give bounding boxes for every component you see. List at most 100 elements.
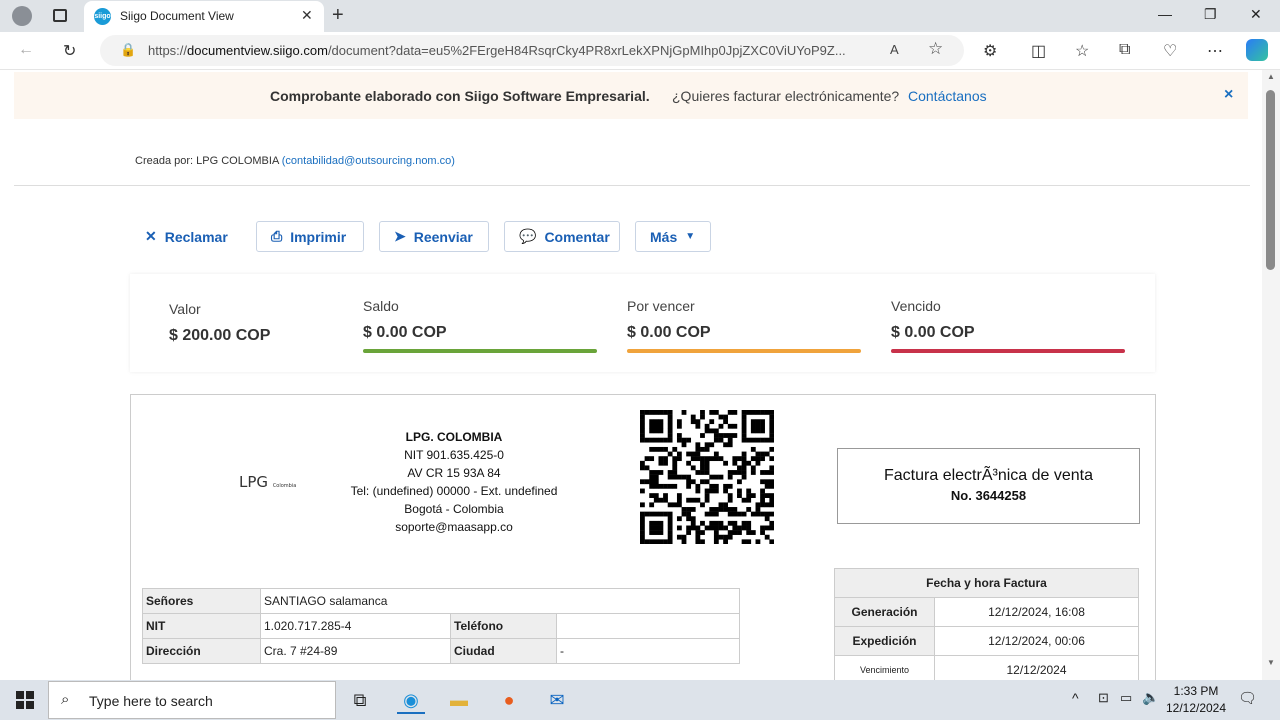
reenviar-button[interactable]: ➤ Reenviar <box>379 221 489 252</box>
expedicion-label: Expedición <box>834 626 935 656</box>
url-prefix: https:// <box>148 43 188 58</box>
contact-link[interactable]: Contáctanos <box>908 88 987 104</box>
lock-icon[interactable]: 🔒 <box>120 42 136 58</box>
company-address: AV CR 15 93A 84 <box>407 466 501 480</box>
read-aloud-icon[interactable]: A <box>890 42 899 57</box>
favorite-star-icon[interactable]: ☆ <box>928 39 943 59</box>
comentar-button[interactable]: 💬 Comentar <box>504 221 620 252</box>
refresh-icon[interactable]: ↻ <box>63 41 76 61</box>
vencimiento-value: 12/12/2024 <box>934 655 1139 680</box>
fecha-header: Fecha y hora Factura <box>834 568 1139 598</box>
logo-sub: Colombia <box>272 483 297 489</box>
split-screen-icon[interactable]: ◫ <box>1031 41 1046 61</box>
tray-chevron-icon[interactable]: ^ <box>1072 690 1079 706</box>
url-path: /document?data=eu5%2FErgeH84RsqrCky4PR8x… <box>327 43 846 58</box>
profile-icon[interactable] <box>12 6 32 26</box>
search-placeholder: Type here to search <box>89 693 213 709</box>
company-info: LPG. COLOMBIA NIT 901.635.425-0 AV CR 15… <box>331 428 577 536</box>
scroll-down-icon[interactable]: ▼ <box>1267 658 1275 667</box>
send-icon: ➤ <box>394 228 406 244</box>
table-row: Dirección Cra. 7 #24-89 Ciudad - <box>142 638 740 664</box>
network-icon[interactable]: ⊡ <box>1098 690 1109 706</box>
senores-label: Señores <box>142 588 261 614</box>
tray-clock[interactable]: 1:33 PM 12/12/2024 <box>1164 683 1228 717</box>
url-host: documentview.siigo.com <box>187 43 328 58</box>
minimize-button[interactable]: — <box>1158 6 1172 22</box>
comentar-label: Comentar <box>544 228 610 245</box>
imprimir-button[interactable]: ⎙ Imprimir <box>256 221 364 252</box>
senores-value: SANTIAGO salamanca <box>260 588 740 614</box>
banner-title: Comprobante elaborado con Siigo Software… <box>270 88 650 104</box>
collections-icon[interactable]: ⧉ <box>1119 41 1130 59</box>
expedicion-value: 12/12/2024, 00:06 <box>934 626 1139 656</box>
company-email: soporte@maasapp.co <box>395 520 513 534</box>
browser-essentials-icon[interactable]: ♡ <box>1163 41 1177 61</box>
x-icon: ✕ <box>145 228 157 244</box>
file-explorer-icon[interactable]: ▬ <box>445 686 473 714</box>
notifications-icon[interactable]: 🗨 <box>1238 689 1257 707</box>
firefox-icon[interactable]: ● <box>495 686 523 714</box>
telefono-value <box>556 613 740 639</box>
address-bar[interactable]: 🔒 https://documentview.siigo.com/documen… <box>100 35 964 66</box>
close-window-button[interactable]: ✕ <box>1250 6 1262 23</box>
created-by-label: Creada por: LPG COLOMBIA <box>135 155 279 167</box>
tab-close-icon[interactable]: ✕ <box>301 7 313 24</box>
task-view-icon[interactable]: ⧉ <box>346 686 374 714</box>
chevron-down-icon: ▼ <box>685 231 696 242</box>
company-name: LPG. COLOMBIA <box>405 430 503 444</box>
generacion-label: Generación <box>834 597 935 627</box>
ciudad-value: - <box>556 638 740 664</box>
nit-value: 1.020.717.285-4 <box>260 613 451 639</box>
promo-banner: Comprobante elaborado con Siigo Software… <box>14 72 1248 119</box>
banner-question: ¿Quieres facturar electrónicamente? <box>672 88 900 104</box>
por-vencer-bar <box>627 349 861 353</box>
tab-siigo-document-view[interactable]: siigo Siigo Document View ✕ <box>84 1 324 32</box>
browser-title-bar: siigo Siigo Document View ✕ + — ❐ ✕ <box>0 0 1280 32</box>
valor-label: Valor <box>169 301 201 317</box>
windows-start-icon[interactable] <box>16 691 34 709</box>
saldo-bar <box>363 349 597 353</box>
edge-app-icon[interactable]: ◉ <box>397 686 425 714</box>
scroll-up-icon[interactable]: ▲ <box>1267 72 1275 81</box>
battery-icon[interactable]: ▭ <box>1120 690 1132 706</box>
invoice-number: No. 3644258 <box>950 488 1027 503</box>
mas-dropdown[interactable]: Más ▼ <box>635 221 711 252</box>
volume-icon[interactable]: 🔈 <box>1142 689 1159 706</box>
nit-label: NIT <box>142 613 261 639</box>
windows-taskbar: ⌕ Type here to search ⧉ ◉ ▬ ● ✉ ^ ⊡ ▭ 🔈 … <box>0 680 1280 720</box>
invoice-title-box: Factura electrÃ³nica de venta No. 364425… <box>837 448 1140 524</box>
reclamar-label: Reclamar <box>164 228 228 245</box>
company-tel: Tel: (undefined) 00000 - Ext. undefined <box>350 484 558 498</box>
telefono-label: Teléfono <box>450 613 557 639</box>
client-table: Señores SANTIAGO salamanca NIT 1.020.717… <box>142 588 740 664</box>
tab-actions-icon[interactable] <box>53 9 67 22</box>
tab-title: Siigo Document View <box>120 9 234 23</box>
created-by-email[interactable]: (contabilidad@outsourcing.nom.co) <box>282 155 455 167</box>
outlook-icon[interactable]: ✉ <box>543 686 571 714</box>
table-row: Expedición 12/12/2024, 00:06 <box>834 626 1139 656</box>
invoice-doc-type: Factura electrÃ³nica de venta <box>884 467 1093 484</box>
table-row: Señores SANTIAGO salamanca <box>142 588 740 614</box>
reclamar-button[interactable]: ✕ Reclamar <box>130 221 240 252</box>
scrollbar-thumb[interactable] <box>1266 90 1275 270</box>
restore-button[interactable]: ❐ <box>1204 6 1217 23</box>
favorites-icon[interactable]: ☆ <box>1075 41 1089 61</box>
new-tab-button[interactable]: + <box>332 4 344 27</box>
printer-icon: ⎙ <box>271 228 283 244</box>
table-row: Vencimiento 12/12/2024 <box>834 655 1139 680</box>
extensions-icon[interactable]: ⚙ <box>983 41 997 61</box>
copilot-icon[interactable] <box>1246 39 1268 61</box>
back-icon[interactable]: ← <box>18 41 34 59</box>
qr-code <box>640 410 774 544</box>
taskbar-search[interactable]: ⌕ Type here to search <box>48 681 336 719</box>
banner-close-icon[interactable]: × <box>1224 86 1233 104</box>
ciudad-label: Ciudad <box>450 638 557 664</box>
table-row: NIT 1.020.717.285-4 Teléfono <box>142 613 740 639</box>
imprimir-label: Imprimir <box>290 228 347 245</box>
page-scrollbar[interactable]: ▲ ▼ <box>1262 70 1280 680</box>
vencimiento-label: Vencimiento <box>834 655 935 680</box>
tray-date: 12/12/2024 <box>1165 701 1227 715</box>
por-vencer-label: Por vencer <box>627 298 695 314</box>
more-options-icon[interactable]: ⋯ <box>1207 41 1223 61</box>
direccion-label: Dirección <box>142 638 261 664</box>
